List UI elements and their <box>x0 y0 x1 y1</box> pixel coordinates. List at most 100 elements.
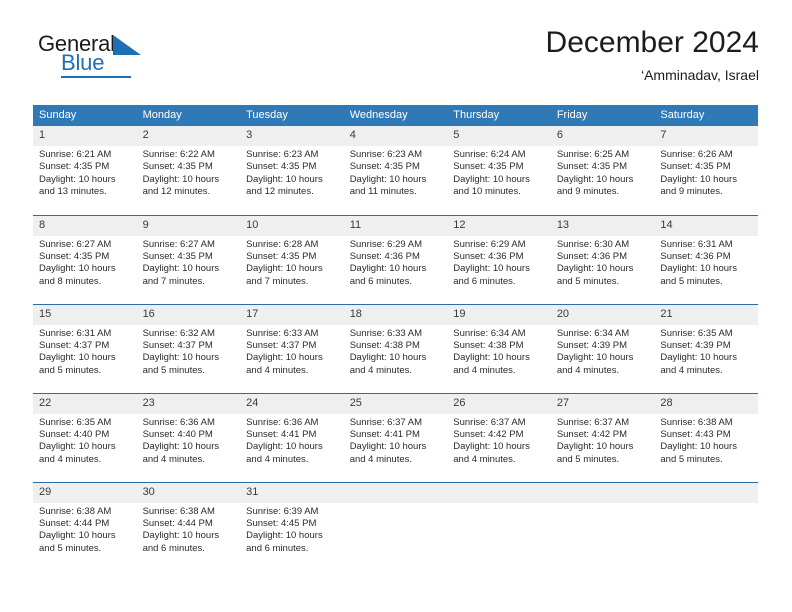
sunrise-text: Sunrise: 6:31 AM <box>39 327 112 339</box>
calendar-day-cell[interactable]: 29 Sunrise: 6:38 AM Sunset: 4:44 PM Dayligh… <box>33 481 137 571</box>
daylight-text: Daylight: 10 hours and 7 minutes. <box>142 263 220 287</box>
calendar-day-cell[interactable]: 17 Sunrise: 6:33 AM Sunset: 4:37 PM Dayligh… <box>240 303 344 393</box>
calendar-day-cell[interactable]: 30 Sunrise: 6:38 AM Sunset: 4:44 PM Dayligh… <box>136 481 241 571</box>
daylight-text: Daylight: 10 hours and 7 minutes. <box>246 263 323 287</box>
calendar-day-cell[interactable]: 11 Sunrise: 6:29 AM Sunset: 4:36 PM Dayligh… <box>343 214 448 304</box>
daylight-text: Daylight: 10 hours and 6 minutes. <box>142 530 220 554</box>
day-details: Sunrise: 6:31 AM Sunset: 4:36 PM Daylight:… <box>654 236 758 289</box>
daylight-text: Daylight: 10 hours and 5 minutes. <box>142 352 220 376</box>
weekday-header-sunday: Sunday <box>33 105 137 126</box>
sunrise-text: Sunrise: 6:32 AM <box>142 327 215 339</box>
calendar-page: General Blue December 2024 ‘Amminadav, I… <box>0 0 792 612</box>
calendar-day-cell[interactable]: 3 Sunrise: 6:23 AM Sunset: 4:35 PM Daylight… <box>240 126 344 215</box>
calendar-day-cell[interactable]: 20 Sunrise: 6:34 AM Sunset: 4:39 PM Dayligh… <box>550 303 655 393</box>
calendar-day-cell[interactable]: 14 Sunrise: 6:31 AM Sunset: 4:36 PM Dayligh… <box>654 214 758 304</box>
calendar-day-cell[interactable]: 24 Sunrise: 6:36 AM Sunset: 4:41 PM Dayligh… <box>240 392 344 482</box>
daylight-text: Daylight: 10 hours and 11 minutes. <box>349 173 427 198</box>
daylight-text: Daylight: 10 hours and 4 minutes. <box>246 352 323 376</box>
day-details: Sunrise: 6:31 AM Sunset: 4:37 PM Daylight:… <box>33 325 137 378</box>
day-details: Sunrise: 6:38 AM Sunset: 4:44 PM Daylight:… <box>33 503 137 556</box>
day-details: Sunrise: 6:23 AM Sunset: 4:35 PM Daylight:… <box>344 146 448 199</box>
daylight-text: Daylight: 10 hours and 6 minutes. <box>453 263 530 287</box>
sunset-text: Sunset: 4:40 PM <box>39 428 110 440</box>
daylight-text: Daylight: 10 hours and 8 minutes. <box>39 263 116 287</box>
calendar-day-cell[interactable]: 4 Sunrise: 6:23 AM Sunset: 4:35 PM Daylight… <box>343 126 448 215</box>
calendar-day-cell[interactable]: 6 Sunrise: 6:25 AM Sunset: 4:35 PM Daylight… <box>550 126 655 215</box>
calendar-week-row: 29 Sunrise: 6:38 AM Sunset: 4:44 PM Dayligh… <box>33 481 758 571</box>
calendar-day-cell[interactable]: 9 Sunrise: 6:27 AM Sunset: 4:35 PM Daylight… <box>136 214 241 304</box>
sunrise-text: Sunrise: 6:36 AM <box>246 416 319 428</box>
daylight-text: Daylight: 10 hours and 4 minutes. <box>453 352 530 376</box>
day-details: Sunrise: 6:22 AM Sunset: 4:35 PM Daylight:… <box>137 146 241 199</box>
calendar-day-cell[interactable]: 16 Sunrise: 6:32 AM Sunset: 4:37 PM Dayligh… <box>136 303 241 393</box>
calendar-day-cell[interactable]: 15 Sunrise: 6:31 AM Sunset: 4:37 PM Dayligh… <box>33 303 137 393</box>
calendar-day-cell[interactable]: 22 Sunrise: 6:35 AM Sunset: 4:40 PM Dayligh… <box>33 392 137 482</box>
sunrise-text: Sunrise: 6:23 AM <box>246 149 319 160</box>
day-number: 6 <box>550 126 655 146</box>
calendar-week-row: 8 Sunrise: 6:27 AM Sunset: 4:35 PM Daylight… <box>33 214 758 304</box>
day-details: Sunrise: 6:32 AM Sunset: 4:37 PM Daylight:… <box>137 325 241 378</box>
day-details: Sunrise: 6:36 AM Sunset: 4:41 PM Daylight:… <box>240 414 344 467</box>
sunset-text: Sunset: 4:37 PM <box>39 339 110 351</box>
calendar-day-cell[interactable]: 23 Sunrise: 6:36 AM Sunset: 4:40 PM Dayligh… <box>136 392 241 482</box>
day-details: Sunrise: 6:21 AM Sunset: 4:35 PM Daylight:… <box>33 146 137 199</box>
calendar-day-cell[interactable]: 8 Sunrise: 6:27 AM Sunset: 4:35 PM Daylight… <box>33 214 137 304</box>
day-number: 27 <box>550 393 655 414</box>
calendar-day-cell[interactable]: 19 Sunrise: 6:34 AM Sunset: 4:38 PM Dayligh… <box>447 303 551 393</box>
daylight-text: Daylight: 10 hours and 5 minutes. <box>660 441 737 465</box>
sunset-text: Sunset: 4:35 PM <box>556 161 628 173</box>
day-number: 17 <box>240 304 344 325</box>
day-number: 12 <box>447 215 551 236</box>
general-blue-logo[interactable]: General Blue <box>38 32 218 84</box>
day-number: 16 <box>136 304 241 325</box>
day-number: 20 <box>550 304 655 325</box>
day-number: 14 <box>654 215 758 236</box>
page-subtitle: ‘Amminadav, Israel <box>640 67 759 83</box>
calendar-day-cell[interactable]: 5 Sunrise: 6:24 AM Sunset: 4:35 PM Daylight… <box>447 126 551 215</box>
daylight-text: Daylight: 10 hours and 4 minutes. <box>660 352 737 376</box>
day-number: 29 <box>33 482 137 503</box>
day-number: 9 <box>136 215 241 236</box>
sunset-text: Sunset: 4:38 PM <box>349 339 420 351</box>
sunset-text: Sunset: 4:41 PM <box>349 428 420 440</box>
sunset-text: Sunset: 4:38 PM <box>453 339 524 351</box>
calendar-day-cell[interactable]: 13 Sunrise: 6:30 AM Sunset: 4:36 PM Dayligh… <box>550 214 655 304</box>
calendar-day-cell[interactable]: 1 Sunrise: 6:21 AM Sunset: 4:35 PM Daylight… <box>33 126 137 215</box>
day-number: 21 <box>654 304 758 325</box>
day-number: 30 <box>136 482 241 503</box>
sunrise-text: Sunrise: 6:24 AM <box>453 149 526 160</box>
sunset-text: Sunset: 4:42 PM <box>556 428 628 440</box>
logo-underline <box>61 76 131 78</box>
sunrise-text: Sunrise: 6:29 AM <box>349 238 423 250</box>
day-number: 11 <box>343 215 448 236</box>
calendar-day-cell[interactable]: 31 Sunrise: 6:39 AM Sunset: 4:45 PM Dayligh… <box>240 481 344 571</box>
calendar-day-cell[interactable]: 28 Sunrise: 6:38 AM Sunset: 4:43 PM Dayligh… <box>654 392 758 482</box>
day-details: Sunrise: 6:37 AM Sunset: 4:42 PM Daylight:… <box>447 414 551 467</box>
calendar-day-cell[interactable]: 12 Sunrise: 6:29 AM Sunset: 4:36 PM Dayligh… <box>447 214 551 304</box>
sunset-text: Sunset: 4:44 PM <box>39 517 110 529</box>
sunrise-text: Sunrise: 6:37 AM <box>349 416 423 428</box>
sunrise-text: Sunrise: 6:37 AM <box>556 416 630 428</box>
calendar-day-cell[interactable]: 27 Sunrise: 6:37 AM Sunset: 4:42 PM Dayligh… <box>550 392 655 482</box>
day-number <box>447 482 551 503</box>
calendar-day-cell[interactable]: 25 Sunrise: 6:37 AM Sunset: 4:41 PM Dayligh… <box>343 392 448 482</box>
daylight-text: Daylight: 10 hours and 9 minutes. <box>556 173 634 198</box>
sunrise-text: Sunrise: 6:38 AM <box>39 505 112 517</box>
calendar-day-cell[interactable]: 10 Sunrise: 6:28 AM Sunset: 4:35 PM Dayligh… <box>240 214 344 304</box>
calendar-day-cell[interactable]: 26 Sunrise: 6:37 AM Sunset: 4:42 PM Dayligh… <box>447 392 551 482</box>
sunset-text: Sunset: 4:36 PM <box>660 250 731 262</box>
day-number: 18 <box>343 304 448 325</box>
daylight-text: Daylight: 10 hours and 5 minutes. <box>660 263 737 287</box>
daylight-text: Daylight: 10 hours and 4 minutes. <box>349 441 427 465</box>
calendar-day-cell[interactable]: 2 Sunrise: 6:22 AM Sunset: 4:35 PM Daylight… <box>136 126 241 215</box>
calendar-day-cell[interactable]: 7 Sunrise: 6:26 AM Sunset: 4:35 PM Daylight… <box>654 126 758 215</box>
day-number <box>343 482 448 503</box>
sunset-text: Sunset: 4:39 PM <box>556 339 628 351</box>
daylight-text: Daylight: 10 hours and 9 minutes. <box>660 173 737 198</box>
day-number: 7 <box>654 126 758 146</box>
sunset-text: Sunset: 4:36 PM <box>556 250 628 262</box>
sunset-text: Sunset: 4:39 PM <box>660 339 731 351</box>
calendar-day-cell[interactable]: 18 Sunrise: 6:33 AM Sunset: 4:38 PM Dayligh… <box>343 303 448 393</box>
calendar-day-cell[interactable]: 21 Sunrise: 6:35 AM Sunset: 4:39 PM Dayligh… <box>654 303 758 393</box>
calendar-week-row: 1 Sunrise: 6:21 AM Sunset: 4:35 PM Daylight… <box>33 126 758 215</box>
